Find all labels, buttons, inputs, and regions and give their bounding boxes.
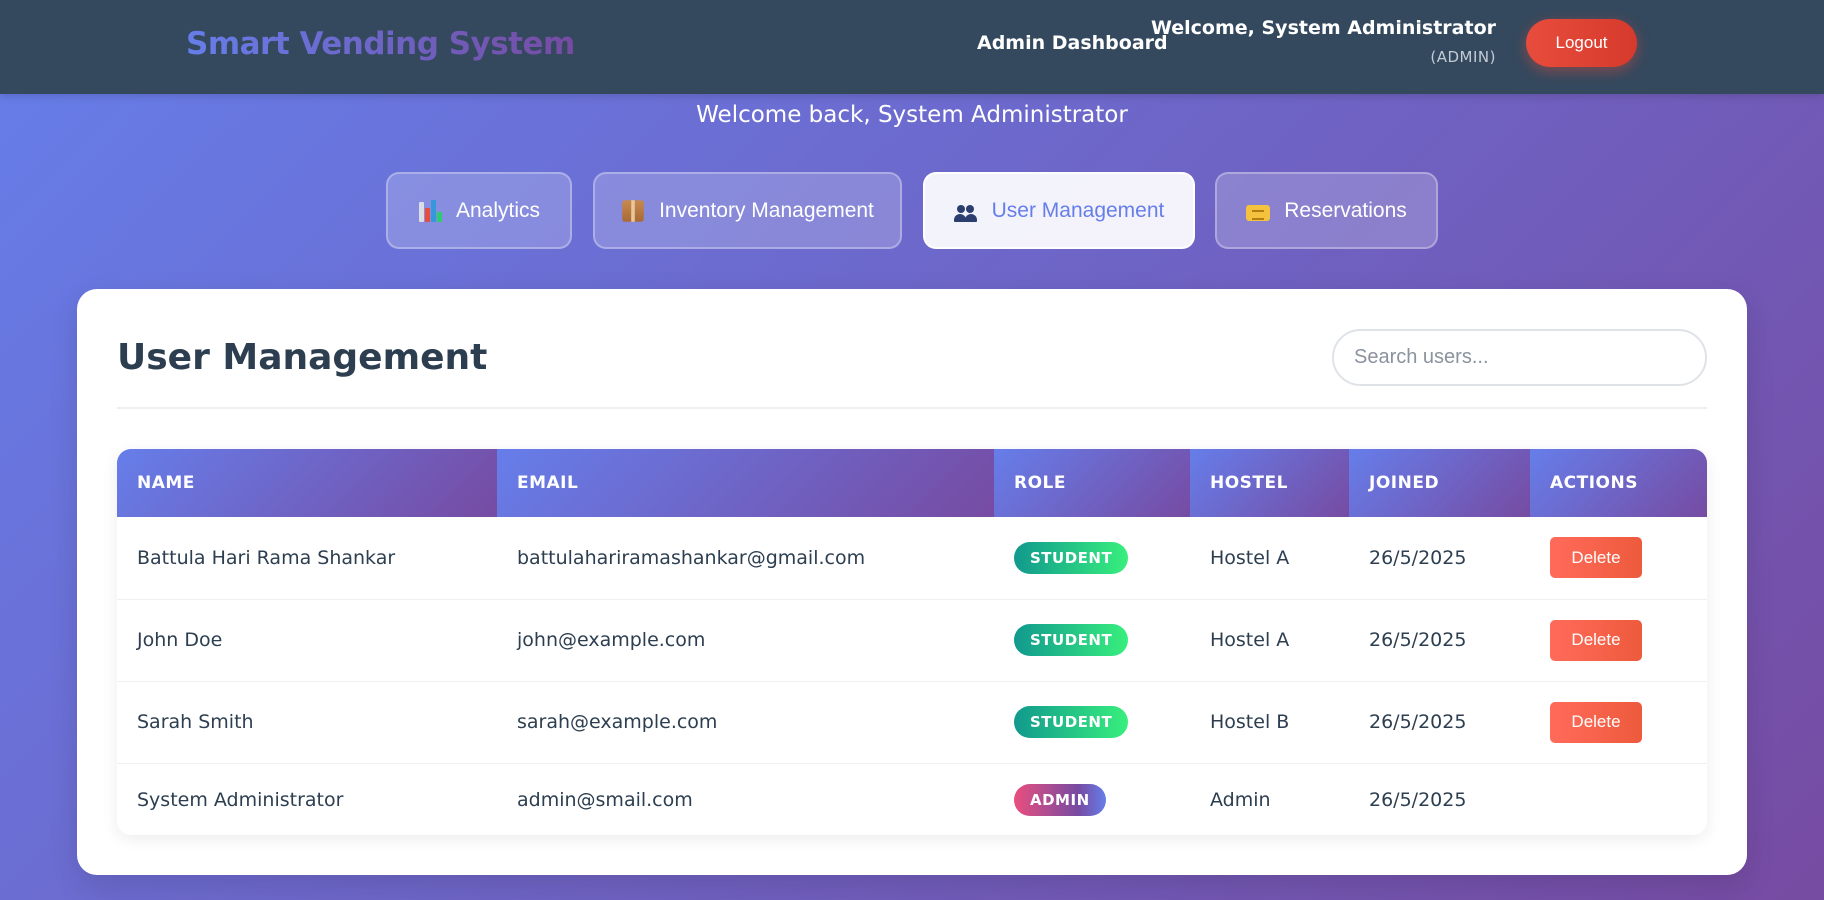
cell-email: admin@smail.com [497,763,994,835]
tab-label: Analytics [455,198,541,222]
top-navbar: Smart Vending System Admin Dashboard Wel… [0,0,1824,94]
column-header-actions: ACTIONS [1530,449,1707,517]
cell-email: sarah@example.com [497,681,994,764]
cell-joined: 26/5/2025 [1349,599,1530,682]
cell-joined: 26/5/2025 [1349,517,1530,600]
tab-inventory-management[interactable]: Inventory Management [593,172,902,249]
welcome-back-text: Welcome back, System Administrator [696,102,1128,128]
role-badge: STUDENT [1014,706,1129,738]
cell-hostel: Hostel A [1190,599,1349,682]
users-table: NAME EMAIL ROLE HOSTEL JOINED ACTIONS Ba… [117,449,1707,835]
package-icon [622,199,644,222]
table-row: Sarah Smith sarah@example.com STUDENT Ho… [117,681,1707,764]
table-header-row: NAME EMAIL ROLE HOSTEL JOINED ACTIONS [117,449,1707,517]
search-input[interactable] [1332,329,1707,386]
user-info: Welcome, System Administrator (ADMIN) [1151,17,1496,66]
tab-label: User Management [991,198,1165,222]
tab-user-management[interactable]: User Management [923,172,1195,249]
cell-email: battulahariramashankar@gmail.com [497,517,994,600]
table-row: System Administrator admin@smail.com ADM… [117,763,1707,835]
column-header-name: NAME [117,449,497,517]
role-badge: STUDENT [1014,541,1129,574]
tab-analytics[interactable]: Analytics [386,172,572,249]
cell-hostel: Hostel A [1190,517,1349,600]
column-header-role: ROLE [994,449,1190,517]
cell-name: System Administrator [117,763,497,835]
tab-label: Inventory Management [659,198,874,222]
brand-logo[interactable]: Smart Vending System [186,26,575,62]
user-role-text: (ADMIN) [1430,48,1496,66]
tab-bar: Analytics Inventory Management User Mana… [0,172,1824,249]
cell-joined: 26/5/2025 [1349,763,1530,835]
logout-button[interactable]: Logout [1526,19,1637,67]
column-header-hostel: HOSTEL [1190,449,1349,517]
ticket-icon [1246,204,1271,221]
table-row: John Doe john@example.com STUDENT Hostel… [117,599,1707,682]
role-badge: STUDENT [1014,624,1129,656]
people-icon [953,199,978,223]
admin-dashboard-link[interactable]: Admin Dashboard [977,32,1168,54]
delete-button[interactable]: Delete [1550,619,1642,661]
delete-button[interactable]: Delete [1550,537,1642,579]
column-header-joined: JOINED [1349,449,1530,517]
cell-joined: 26/5/2025 [1349,681,1530,764]
cell-actions-empty [1530,763,1707,835]
cell-name: Battula Hari Rama Shankar [117,517,497,600]
divider [117,407,1707,409]
user-welcome-text: Welcome, System Administrator [1150,17,1496,39]
tab-reservations[interactable]: Reservations [1215,172,1438,249]
cell-email: john@example.com [497,599,994,682]
page-title: User Management [117,337,488,378]
delete-button[interactable]: Delete [1550,701,1642,743]
cell-name: John Doe [117,599,497,682]
bar-chart-icon [418,199,442,223]
table-row: Battula Hari Rama Shankar battulahariram… [117,517,1707,600]
tab-label: Reservations [1284,198,1407,222]
cell-hostel: Admin [1190,763,1349,835]
cell-hostel: Hostel B [1190,681,1349,764]
cell-name: Sarah Smith [117,681,497,764]
user-management-panel: User Management NAME EMAIL ROLE HOSTEL J… [77,289,1747,875]
column-header-email: EMAIL [497,449,994,517]
role-badge: ADMIN [1014,784,1106,817]
